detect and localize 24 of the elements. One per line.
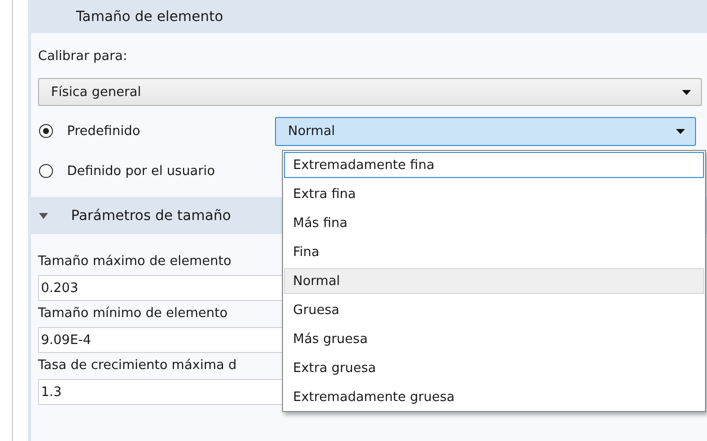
caret-icon <box>676 128 685 134</box>
preset-select[interactable]: Normal <box>275 116 696 146</box>
dropdown-option[interactable]: Normal <box>284 268 704 294</box>
dropdown-option[interactable]: Fina <box>284 239 704 265</box>
section-title: Parámetros de tamaño <box>71 208 231 224</box>
section-title: Tamaño de elemento <box>76 8 224 24</box>
field-label: Calibrar para: <box>38 48 128 66</box>
dropdown-option[interactable]: Gruesa <box>284 297 704 323</box>
radio-label: Definido por el usuario <box>67 164 215 178</box>
radio-button[interactable] <box>39 164 53 178</box>
dropdown-option[interactable]: Más fina <box>284 210 704 236</box>
field-label: Tasa de crecimiento máxima d <box>38 357 237 375</box>
field-label: Tamaño máximo de elemento <box>38 253 232 271</box>
calibrate-select[interactable]: Física general <box>38 78 702 106</box>
caret-icon <box>682 90 691 94</box>
radio-button[interactable] <box>39 124 53 138</box>
dropdown-option[interactable]: Extremadamente gruesa <box>284 384 704 410</box>
dropdown-option[interactable]: Extremadamente fina <box>284 152 704 178</box>
expand-icon[interactable] <box>39 212 48 218</box>
field-label: Tamaño mínimo de elemento <box>38 305 228 323</box>
dropdown-option[interactable]: Extra gruesa <box>284 355 704 381</box>
dropdown-option[interactable]: Extra fina <box>284 181 704 207</box>
dropdown-option[interactable]: Más gruesa <box>284 326 704 352</box>
radio-label: Predefinido <box>67 124 140 138</box>
